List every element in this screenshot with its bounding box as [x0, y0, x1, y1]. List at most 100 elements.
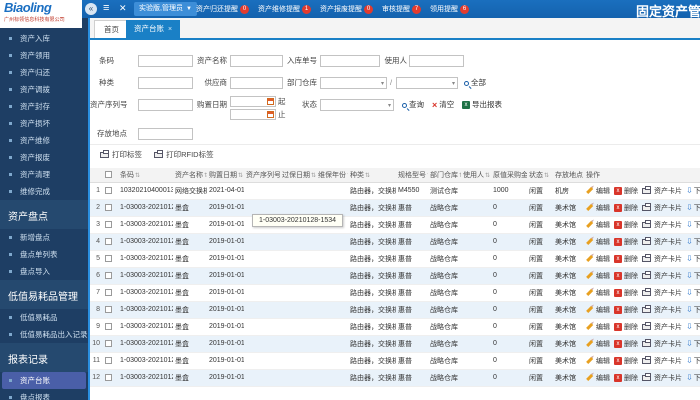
action-pencil[interactable]: 编辑	[586, 322, 610, 332]
tab-close-icon[interactable]: ×	[168, 26, 172, 33]
sidebar-item[interactable]: 资产领用	[0, 47, 88, 64]
sidebar-item[interactable]: 资产维修	[0, 132, 88, 149]
action-printer[interactable]: 资产卡片	[642, 253, 682, 264]
column-header-expire_date[interactable]: 过保日期⇅	[280, 168, 316, 183]
action-pencil[interactable]: 编辑	[586, 237, 610, 247]
action-delete[interactable]: x 删除	[614, 186, 638, 196]
sidebar-collapse-icon[interactable]: «	[85, 3, 97, 15]
sort-icon[interactable]: ⇅	[238, 173, 243, 179]
sort-icon[interactable]: ⇅	[311, 173, 316, 179]
row-checkbox[interactable]	[105, 254, 112, 262]
location-input[interactable]	[138, 128, 193, 140]
sort-icon[interactable]: ⇅	[135, 173, 140, 179]
action-download[interactable]: ⇩ 下载	[686, 237, 700, 247]
action-pencil[interactable]: 编辑	[586, 220, 610, 230]
row-checkbox[interactable]	[105, 220, 112, 228]
sort-icon[interactable]: ⇅	[544, 173, 549, 179]
action-download[interactable]: ⇩ 下载	[686, 220, 700, 230]
sidebar-item[interactable]: 盘点导入	[0, 263, 88, 280]
action-pencil[interactable]: 编辑	[586, 254, 610, 264]
user-input[interactable]	[409, 55, 464, 67]
barcode-input[interactable]	[138, 55, 193, 67]
action-pencil[interactable]: 编辑	[586, 186, 610, 196]
sidebar-item[interactable]: 资产归还	[0, 64, 88, 81]
action-delete[interactable]: x 删除	[614, 373, 638, 383]
hamburger-menu-icon[interactable]: ≡	[103, 2, 109, 14]
sort-icon[interactable]: ⇅	[427, 173, 428, 179]
row-checkbox[interactable]	[105, 203, 112, 211]
sort-icon[interactable]: ⇅	[485, 173, 490, 179]
action-pencil[interactable]: 编辑	[586, 356, 610, 366]
notification-tab[interactable]: 领用提醒 6	[430, 4, 469, 14]
supplier-input[interactable]	[230, 77, 283, 89]
row-checkbox[interactable]	[105, 305, 112, 313]
action-download[interactable]: ⇩ 下载	[686, 254, 700, 264]
sidebar-item[interactable]: 低值易耗品	[0, 309, 88, 326]
action-delete[interactable]: x 删除	[614, 288, 638, 298]
action-printer[interactable]: 资产卡片	[642, 236, 682, 247]
print-label-button[interactable]: 打印标签	[100, 150, 142, 159]
action-delete[interactable]: x 删除	[614, 271, 638, 281]
asset-name-input[interactable]	[230, 55, 283, 67]
inbound-no-input[interactable]	[320, 55, 380, 67]
action-download[interactable]: ⇩ 下载	[686, 203, 700, 213]
sidebar-item[interactable]: 资产封存	[0, 98, 88, 115]
calendar-icon[interactable]	[267, 111, 274, 118]
category-input[interactable]	[138, 77, 193, 89]
row-checkbox[interactable]	[105, 322, 112, 330]
serial-input[interactable]	[138, 99, 193, 111]
action-pencil[interactable]: 编辑	[586, 271, 610, 281]
action-delete[interactable]: x 删除	[614, 237, 638, 247]
column-header-status[interactable]: 状态⇅	[527, 168, 553, 183]
column-header-name[interactable]: 资产名称⇅	[173, 168, 207, 183]
column-header-warranty_years[interactable]: 维保年份⇅	[316, 168, 348, 183]
sidebar-item[interactable]: 新增盘点	[0, 229, 88, 246]
close-icon[interactable]: ✕	[119, 3, 127, 14]
column-header-dept[interactable]: 部门仓库⇅	[428, 168, 461, 183]
action-delete[interactable]: x 删除	[614, 322, 638, 332]
column-header-buy_date[interactable]: 购置日期⇅	[207, 168, 244, 183]
action-printer[interactable]: 资产卡片	[642, 355, 682, 366]
row-checkbox[interactable]	[105, 288, 112, 296]
action-download[interactable]: ⇩ 下载	[686, 271, 700, 281]
action-pencil[interactable]: 编辑	[586, 288, 610, 298]
action-printer[interactable]: 资产卡片	[642, 202, 682, 213]
notification-tab[interactable]: 资产报废提醒 0	[320, 4, 373, 14]
clear-button[interactable]: × 清空	[432, 99, 454, 111]
action-pencil[interactable]: 编辑	[586, 305, 610, 315]
row-checkbox[interactable]	[105, 373, 112, 381]
search-button[interactable]: 查询	[402, 99, 424, 111]
notification-tab[interactable]: 资产维修提醒 1	[258, 4, 311, 14]
sidebar-item[interactable]: 资产调拨	[0, 81, 88, 98]
sidebar-item[interactable]: 盘点单列表	[0, 246, 88, 263]
row-checkbox[interactable]	[105, 356, 112, 364]
action-pencil[interactable]: 编辑	[586, 203, 610, 213]
action-printer[interactable]: 资产卡片	[642, 287, 682, 298]
action-printer[interactable]: 资产卡片	[642, 270, 682, 281]
print-rfid-button[interactable]: 打印RFID标签	[154, 150, 214, 159]
action-delete[interactable]: x 删除	[614, 220, 638, 230]
action-download[interactable]: ⇩ 下载	[686, 186, 700, 196]
action-delete[interactable]: x 删除	[614, 254, 638, 264]
action-delete[interactable]: x 删除	[614, 203, 638, 213]
action-download[interactable]: ⇩ 下载	[686, 322, 700, 332]
action-delete[interactable]: x 删除	[614, 305, 638, 315]
action-printer[interactable]: 资产卡片	[642, 185, 682, 196]
column-header-amount[interactable]: 原值采购金额⇅	[491, 168, 527, 183]
action-delete[interactable]: x 删除	[614, 356, 638, 366]
sidebar-item[interactable]: 资产入库	[0, 30, 88, 47]
export-report-button[interactable]: x 导出报表	[462, 99, 502, 111]
row-checkbox[interactable]	[105, 271, 112, 279]
user-role-dropdown[interactable]: 实验版,管理员 ▼	[134, 2, 197, 16]
notification-tab[interactable]: 审核提醒 7	[382, 4, 421, 14]
action-download[interactable]: ⇩ 下载	[686, 305, 700, 315]
action-download[interactable]: ⇩ 下载	[686, 288, 700, 298]
column-header-model[interactable]: 规格型号⇅	[396, 168, 428, 183]
action-delete[interactable]: x 删除	[614, 339, 638, 349]
sidebar-item[interactable]: 维修完成	[0, 183, 88, 200]
column-header-barcode[interactable]: 条码⇅	[118, 168, 173, 183]
action-download[interactable]: ⇩ 下载	[686, 373, 700, 383]
action-download[interactable]: ⇩ 下载	[686, 339, 700, 349]
action-printer[interactable]: 资产卡片	[642, 338, 682, 349]
row-checkbox[interactable]	[105, 186, 112, 194]
